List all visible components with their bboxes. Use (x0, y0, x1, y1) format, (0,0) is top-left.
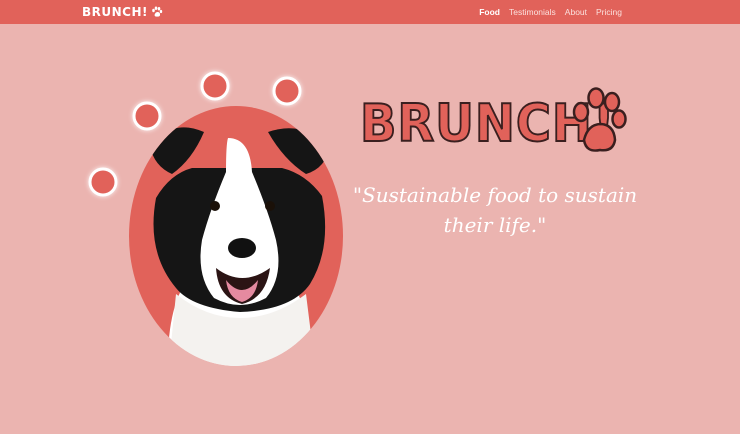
brand-logo[interactable]: BRUNCH! (82, 3, 163, 21)
nav-link-testimonials[interactable]: Testimonials (509, 7, 556, 17)
dog-image (150, 127, 330, 366)
nav-link-food[interactable]: Food (479, 7, 500, 17)
navbar: BRUNCH! Food Testimonials About Pricing (0, 0, 740, 24)
nav-link-about[interactable]: About (565, 7, 587, 17)
brand-text: BRUNCH! (82, 5, 148, 19)
paw-icon (152, 6, 163, 17)
nav-links: Food Testimonials About Pricing (479, 0, 622, 24)
nav-link-pricing[interactable]: Pricing (596, 7, 622, 17)
hero-tagline: "Sustainable food to sustain their life.… (352, 183, 638, 237)
hero-art (88, 71, 343, 366)
paw-icon (572, 87, 627, 152)
